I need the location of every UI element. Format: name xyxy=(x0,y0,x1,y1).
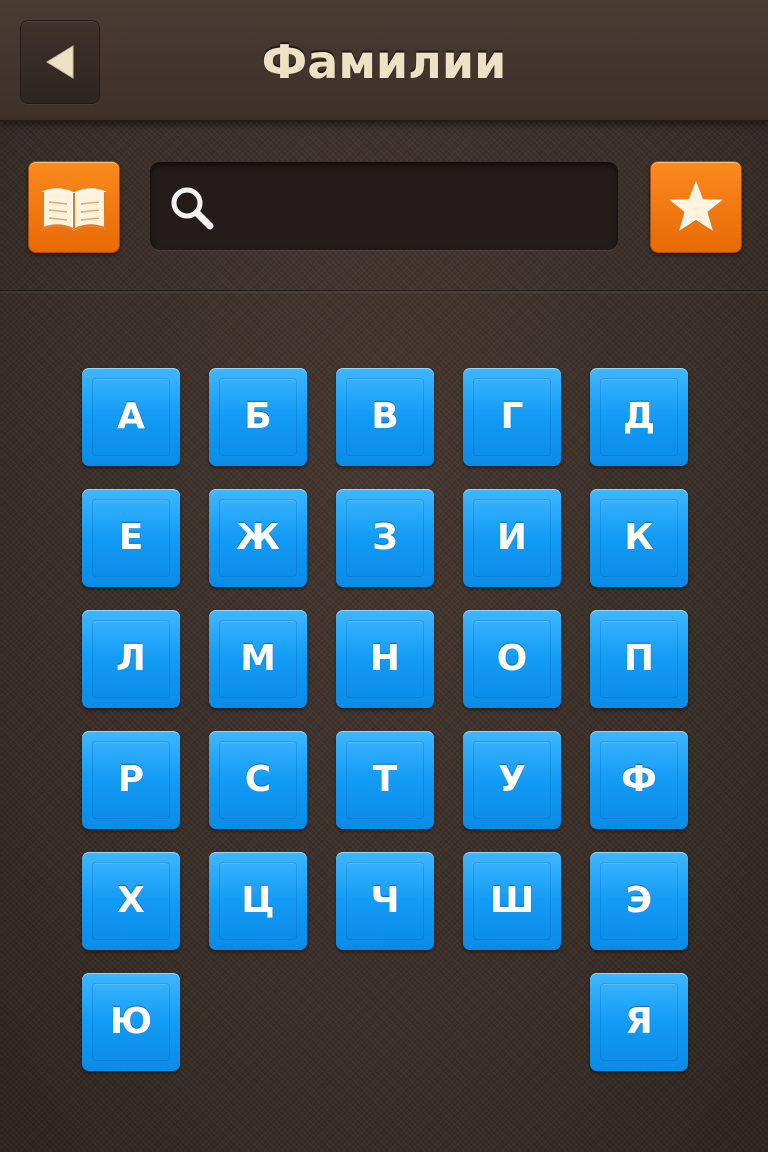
letter-key[interactable]: Ю xyxy=(82,973,180,1071)
letter-key[interactable]: Ж xyxy=(209,489,307,587)
letter-key[interactable]: Г xyxy=(463,368,561,466)
letter-key[interactable]: В xyxy=(336,368,434,466)
letter-key[interactable]: Ч xyxy=(336,852,434,950)
letter-key[interactable]: Л xyxy=(82,610,180,708)
letter-key[interactable]: С xyxy=(209,731,307,829)
letter-key[interactable]: Д xyxy=(590,368,688,466)
letter-key[interactable]: У xyxy=(463,731,561,829)
letter-key[interactable]: Х xyxy=(82,852,180,950)
letter-key[interactable]: Т xyxy=(336,731,434,829)
letter-key[interactable]: Е xyxy=(82,489,180,587)
letter-key[interactable]: Н xyxy=(336,610,434,708)
letter-key[interactable]: П xyxy=(590,610,688,708)
alphabet-grid: АБВГД ЕЖЗИК ЛМНОП РСТУФ ХЦЧШЭ Ю Я xyxy=(0,0,768,1152)
letter-key[interactable]: М xyxy=(209,610,307,708)
letter-key[interactable]: Э xyxy=(590,852,688,950)
letter-key[interactable]: Б xyxy=(209,368,307,466)
letter-key[interactable]: З xyxy=(336,489,434,587)
letter-key[interactable]: Ф xyxy=(590,731,688,829)
letter-key[interactable]: А xyxy=(82,368,180,466)
letter-key[interactable]: Ц xyxy=(209,852,307,950)
letter-key[interactable]: Ш xyxy=(463,852,561,950)
letter-key[interactable]: Р xyxy=(82,731,180,829)
letter-key[interactable]: О xyxy=(463,610,561,708)
letter-key[interactable]: И xyxy=(463,489,561,587)
letter-key[interactable]: К xyxy=(590,489,688,587)
letter-key[interactable]: Я xyxy=(590,973,688,1071)
